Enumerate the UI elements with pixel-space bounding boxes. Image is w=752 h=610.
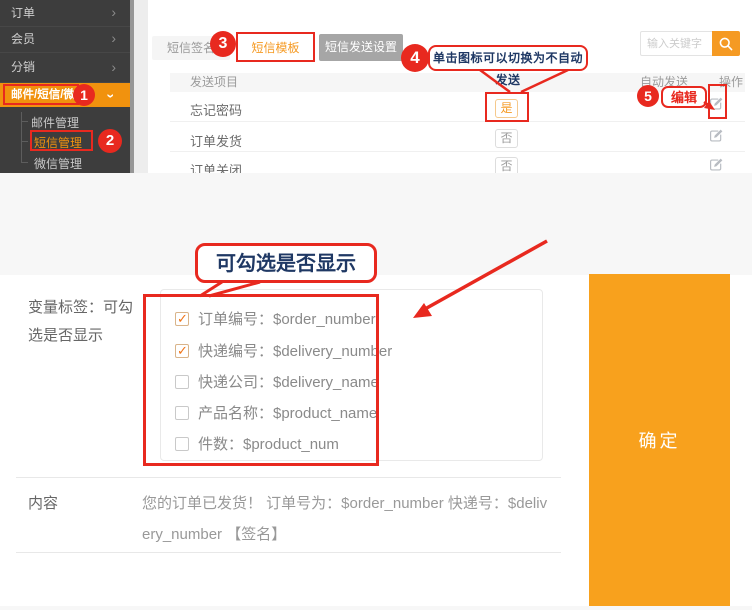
chevron-right-icon: ›: [111, 52, 116, 82]
form-divider: [16, 477, 561, 478]
sidebar-subitem-wechat-manage[interactable]: 微信管理: [0, 155, 130, 172]
tab-label: 短信发送设置: [325, 40, 397, 54]
table-header: 发送项目 自动发送 操作: [170, 73, 745, 92]
checkbox-icon: [175, 437, 189, 451]
tab-sms-send-settings[interactable]: 短信发送设置: [319, 34, 403, 61]
table-row-name: 订单关闭: [190, 160, 242, 173]
auto-send-toggle[interactable]: 否: [495, 129, 518, 148]
sidebar: 订单 › 会员 › 分销 › 邮件/短信/微信 › 邮件管理 短信管理 微信管理: [0, 0, 130, 173]
sidebar-subitem-sms-manage[interactable]: 短信管理: [0, 134, 130, 151]
tab-label: 短信模板: [251, 41, 299, 55]
content-text: 您的订单已发货！ 订单号为：$order_number 快递号：$deliver…: [142, 488, 550, 550]
sidebar-item-orders[interactable]: 订单 ›: [0, 0, 130, 27]
checkbox-label: 快递编号：$delivery_number: [198, 342, 392, 361]
checkbox-icon: [175, 344, 189, 358]
sidebar-item-members[interactable]: 会员 ›: [0, 26, 130, 53]
edit-icon[interactable]: [707, 95, 725, 113]
sidebar-subitem-mail-manage[interactable]: 邮件管理: [0, 114, 130, 131]
checkbox-icon: [175, 312, 189, 326]
auto-send-toggle[interactable]: 否: [495, 157, 518, 173]
edit-icon[interactable]: [707, 127, 725, 145]
submenu-label: 微信管理: [34, 157, 82, 171]
sidebar-item-label: 订单: [11, 6, 35, 20]
col-header-auto-send: 自动发送: [640, 73, 688, 92]
row-divider: [170, 121, 745, 122]
sidebar-item-distribution[interactable]: 分销 ›: [0, 52, 130, 83]
content-label: 内容: [28, 492, 58, 513]
variable-label: 变量标签：可勾选是否显示: [28, 294, 144, 350]
form-divider: [16, 552, 561, 553]
checkbox-label: 件数：$product_num: [198, 435, 339, 454]
chevron-right-icon: ›: [111, 0, 116, 24]
checkbox-label: 产品名称：$product_name: [198, 404, 377, 423]
tab-label: 短信签名: [167, 41, 215, 55]
sidebar-item-label: 会员: [11, 32, 35, 46]
submenu-label: 短信管理: [34, 136, 82, 150]
submenu-label: 邮件管理: [31, 116, 79, 130]
table-row-name: 订单发货: [190, 131, 242, 150]
chevron-right-icon: ›: [111, 26, 116, 50]
col-header-action: 操作: [719, 73, 743, 92]
sidebar-item-mail-sms-wechat[interactable]: 邮件/短信/微信 ›: [0, 83, 130, 107]
checkbox-icon: [175, 406, 189, 420]
table-row-name: 忘记密码: [190, 100, 242, 119]
sidebar-item-label: 邮件/短信/微信: [11, 89, 86, 101]
confirm-button[interactable]: 确定: [589, 274, 730, 606]
col-header-send-item: 发送项目: [190, 73, 238, 92]
search-button[interactable]: [712, 31, 740, 56]
page-background-band: [0, 173, 752, 275]
search-icon: [717, 35, 735, 53]
auto-send-toggle[interactable]: 是: [495, 99, 518, 118]
row-divider: [170, 151, 745, 152]
layout-gutter: [134, 0, 148, 173]
search-input[interactable]: [640, 31, 712, 56]
chevron-down-icon: ›: [100, 94, 124, 99]
checkbox-icon: [175, 375, 189, 389]
checkbox-label: 订单编号：$order_number: [198, 310, 376, 329]
tab-sms-template[interactable]: 短信模板: [239, 36, 312, 60]
admin-screenshot-panel: 订单 › 会员 › 分销 › 邮件/短信/微信 › 邮件管理 短信管理 微信管理…: [0, 0, 752, 173]
tab-sms-signature[interactable]: 短信签名: [152, 36, 230, 60]
edit-icon[interactable]: [707, 156, 725, 173]
bottom-background-strip: [0, 606, 752, 610]
sidebar-item-label: 分销: [11, 60, 35, 74]
checkbox-label: 快递公司：$delivery_name: [198, 373, 379, 392]
